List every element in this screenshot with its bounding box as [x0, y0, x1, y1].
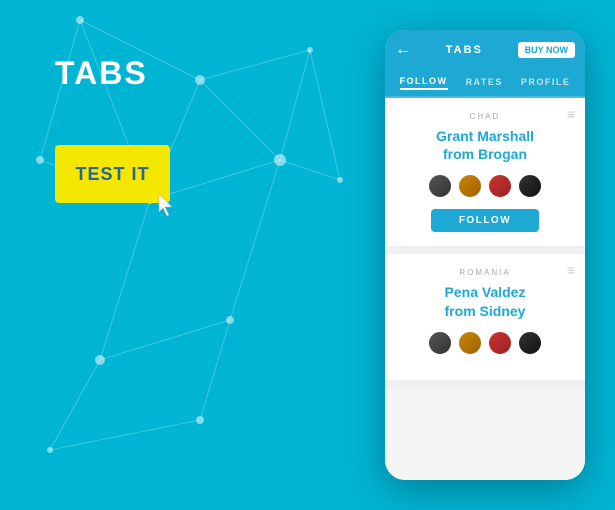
test-it-button[interactable]: TEST IT — [55, 145, 170, 203]
avatar-7 — [487, 330, 513, 356]
card-chad: ≡ CHAD Grant Marshall from Brogan FOLLOW — [385, 98, 585, 254]
card-avatars-romania — [427, 330, 543, 356]
card-name-grant: Grant Marshall from Brogan — [436, 127, 534, 163]
tab-rates[interactable]: RATES — [466, 77, 503, 89]
card-name-pena: Pena Valdez from Sidney — [445, 283, 526, 319]
buy-now-button[interactable]: BUY NOW — [518, 42, 575, 58]
phone-body: ≡ CHAD Grant Marshall from Brogan FOLLOW… — [385, 98, 585, 480]
card-avatars-chad — [427, 173, 543, 199]
card-region-romania: ROMANIA — [459, 268, 510, 277]
avatar-1 — [427, 173, 453, 199]
menu-icon[interactable]: ≡ — [567, 106, 575, 122]
phone-top-bar: ← TABS BUY NOW — [385, 30, 585, 70]
avatar-3 — [487, 173, 513, 199]
phone-tab-bar: FOLLOW RATES PROFILE — [385, 70, 585, 98]
cursor-icon — [155, 192, 179, 216]
avatar-4 — [517, 173, 543, 199]
tab-profile[interactable]: PROFILE — [521, 77, 571, 89]
avatar-2 — [457, 173, 483, 199]
phone-title: TABS — [446, 44, 483, 56]
avatar-8 — [517, 330, 543, 356]
avatar-5 — [427, 330, 453, 356]
back-arrow-icon[interactable]: ← — [395, 41, 411, 59]
page-title: TABS — [55, 55, 148, 92]
menu-icon-2[interactable]: ≡ — [567, 262, 575, 278]
tab-follow[interactable]: FOLLOW — [400, 76, 448, 90]
card-region-chad: CHAD — [470, 112, 501, 121]
card-romania: ≡ ROMANIA Pena Valdez from Sidney — [385, 254, 585, 387]
avatar-6 — [457, 330, 483, 356]
phone-mockup: ← TABS BUY NOW FOLLOW RATES PROFILE ≡ CH… — [385, 30, 585, 480]
follow-button-chad[interactable]: FOLLOW — [431, 209, 539, 232]
